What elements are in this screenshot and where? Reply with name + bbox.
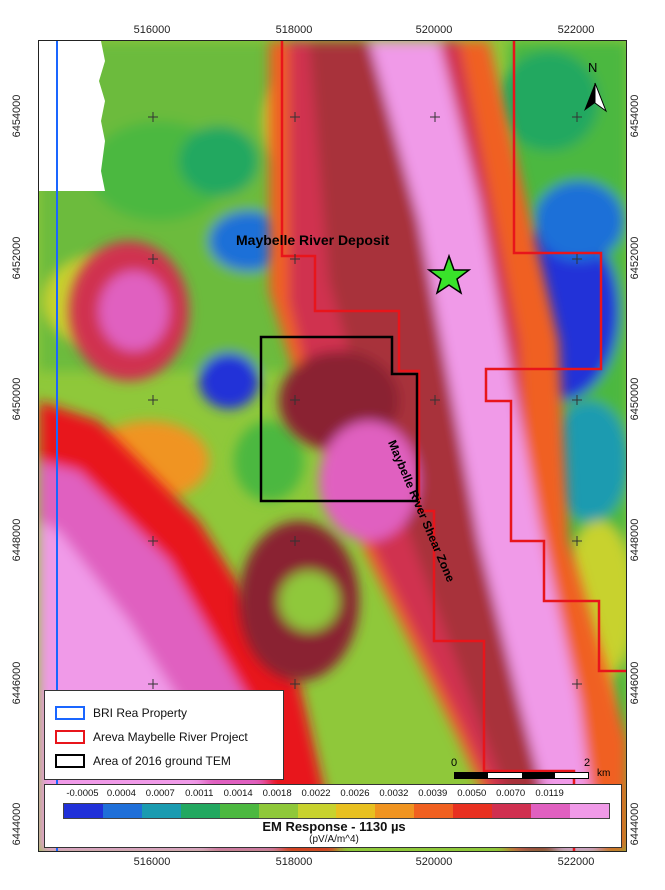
- legend-swatch: [55, 706, 85, 720]
- legend-label: BRI Rea Property: [93, 706, 188, 720]
- colorbar-segment: [180, 804, 220, 818]
- scale-unit-label: km: [597, 768, 611, 779]
- map-legend: BRI Rea Property Areva Maybelle River Pr…: [44, 690, 284, 780]
- legend-item-tem: Area of 2016 ground TEM: [55, 751, 231, 771]
- legend-label: Area of 2016 ground TEM: [93, 754, 231, 768]
- north-label: N: [588, 60, 598, 75]
- y-tick-label: 6454000: [11, 94, 23, 138]
- y-tick-label: 6450000: [11, 377, 23, 421]
- colorbar-tick-label: 0.0039: [418, 788, 448, 799]
- colorbar-tick-label: 0.0032: [379, 788, 409, 799]
- y-tick-label: 6452000: [629, 236, 641, 280]
- y-tick-label: 6448000: [11, 518, 23, 562]
- scale-bar: [454, 772, 589, 779]
- colorbar-tick-label: 0.0014: [223, 788, 253, 799]
- colorbar-segment: [492, 804, 532, 818]
- y-tick-label: 6444000: [629, 802, 641, 846]
- colorbar-segment: [141, 804, 181, 818]
- colorbar-segment: [258, 804, 298, 818]
- x-tick-label: 522000: [557, 24, 595, 36]
- colorbar-panel: -0.0005 0.0004 0.0007 0.0011 0.0014 0.0018 0.0…: [44, 784, 622, 848]
- colorbar-tick-label: 0.0004: [106, 788, 136, 799]
- colorbar-segment: [102, 804, 142, 818]
- x-tick-label: 520000: [415, 24, 453, 36]
- colorbar-units: (pV/A/m^4): [309, 834, 359, 845]
- colorbar: [63, 803, 610, 819]
- scale-start-label: 0: [451, 757, 458, 769]
- colorbar-tick-label: 0.0022: [301, 788, 331, 799]
- colorbar-segment: [375, 804, 415, 818]
- colorbar-tick-label: 0.0026: [340, 788, 370, 799]
- x-tick-label: 522000: [557, 856, 595, 868]
- colorbar-tick-label: 0.0007: [145, 788, 175, 799]
- colorbar-segment: [219, 804, 259, 818]
- colorbar-segment: [531, 804, 570, 818]
- y-tick-label: 6448000: [629, 518, 641, 562]
- x-tick-label: 518000: [275, 24, 313, 36]
- legend-item-bri: BRI Rea Property: [55, 703, 187, 723]
- y-tick-label: 6446000: [11, 661, 23, 705]
- scale-end-label: 2: [584, 757, 591, 769]
- deposit-label: Maybelle River Deposit: [236, 232, 390, 248]
- colorbar-tick-label: 0.0018: [262, 788, 292, 799]
- colorbar-tick-label: 0.0050: [457, 788, 487, 799]
- colorbar-tick-label: -0.0005: [66, 788, 99, 799]
- colorbar-tick-label: 0.0011: [185, 788, 214, 799]
- x-tick-label: 518000: [275, 856, 313, 868]
- colorbar-segment: [414, 804, 454, 818]
- colorbar-segment: [297, 804, 337, 818]
- y-tick-label: 6452000: [11, 236, 23, 280]
- y-tick-label: 6450000: [629, 377, 641, 421]
- x-tick-label: 516000: [133, 856, 171, 868]
- colorbar-title: EM Response - 1130 µs: [262, 819, 406, 834]
- legend-swatch: [55, 730, 85, 744]
- colorbar-segment: [569, 804, 609, 818]
- legend-swatch: [55, 754, 85, 768]
- x-tick-label: 520000: [415, 856, 453, 868]
- colorbar-tick-label: 0.0070: [496, 788, 526, 799]
- colorbar-segment: [64, 804, 103, 818]
- x-tick-label: 516000: [133, 24, 171, 36]
- y-tick-label: 6454000: [629, 94, 641, 138]
- legend-item-areva: Areva Maybelle River Project: [55, 727, 248, 747]
- colorbar-segment: [453, 804, 493, 818]
- legend-label: Areva Maybelle River Project: [93, 730, 248, 744]
- colorbar-segment: [336, 804, 376, 818]
- y-tick-label: 6446000: [629, 661, 641, 705]
- colorbar-tick-label: 0.0119: [535, 788, 564, 799]
- y-tick-label: 6444000: [11, 802, 23, 846]
